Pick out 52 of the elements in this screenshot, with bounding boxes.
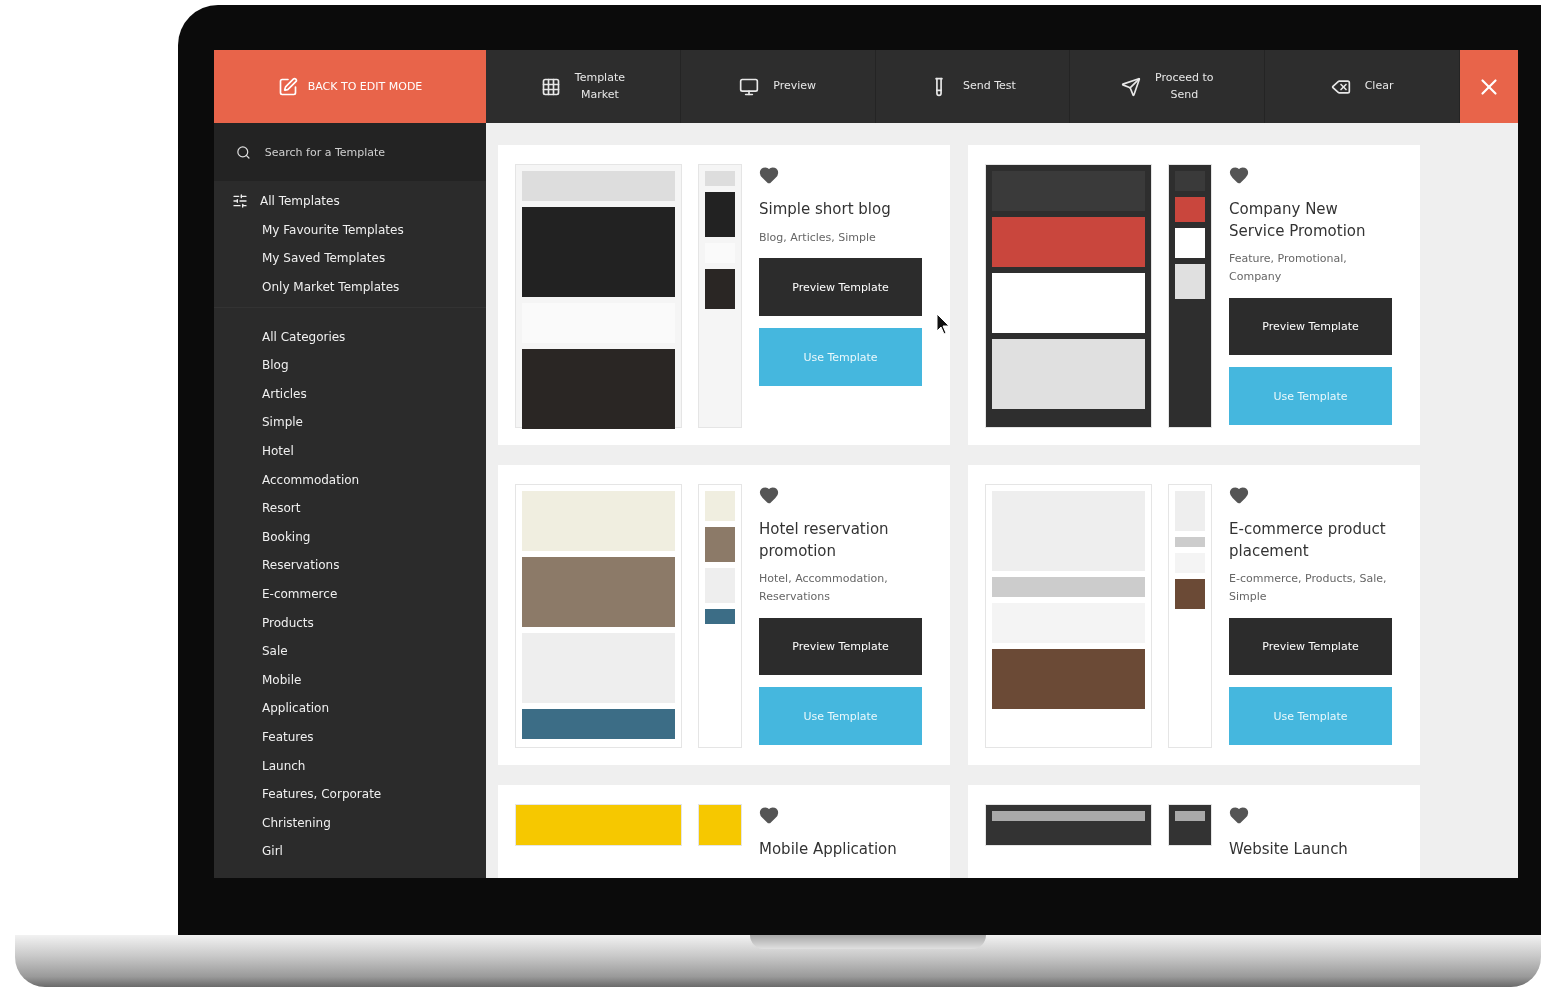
heart-icon[interactable]	[1229, 165, 1249, 185]
template-title: Website Launch	[1229, 839, 1349, 860]
template-title: E-commerce product placement	[1229, 518, 1387, 562]
sliders-icon	[232, 193, 248, 210]
search-icon	[236, 144, 251, 160]
category-item[interactable]: Resort	[214, 493, 486, 523]
monitor-icon	[739, 76, 760, 97]
paper-plane-icon	[1121, 76, 1141, 97]
category-item[interactable]: Accommodation	[214, 465, 486, 494]
category-item[interactable]: Blog	[214, 350, 486, 380]
heart-icon[interactable]	[759, 485, 779, 505]
category-item[interactable]: Simple	[214, 408, 486, 437]
preview-template-button[interactable]: Preview Template	[759, 617, 922, 676]
template-title: Company New Service Promotion	[1229, 198, 1367, 242]
grid-icon	[540, 76, 561, 97]
category-item[interactable]: Booking	[214, 522, 486, 552]
filter-item[interactable]: Only Market Templates	[214, 272, 486, 302]
filter-item[interactable]: My Favourite Templates	[214, 215, 486, 245]
heart-icon[interactable]	[759, 165, 779, 185]
category-item[interactable]: Features, Corporate	[214, 779, 486, 809]
category-item[interactable]: Hotel	[214, 436, 486, 466]
heart-icon[interactable]	[1229, 805, 1249, 825]
category-item[interactable]: E-commerce	[214, 579, 486, 609]
template-tags: Blog, Articles, Simple	[759, 228, 922, 247]
template-tags: E-commerce, Products, Sale, Simple	[1229, 570, 1392, 606]
template-tags: Feature, Promotional, Company	[1229, 250, 1392, 286]
edit-icon	[277, 76, 298, 97]
category-item[interactable]: Reservations	[214, 551, 486, 580]
category-item[interactable]: Sale	[214, 636, 486, 666]
heart-icon[interactable]	[1229, 485, 1249, 505]
category-item[interactable]: Mobile	[214, 665, 486, 695]
email-preview-drawing	[1169, 805, 1211, 845]
category-item[interactable]: All Categories	[214, 322, 486, 351]
category-item[interactable]: Articles	[214, 379, 486, 409]
category-item[interactable]: Launch	[214, 751, 486, 780]
category-item[interactable]: Application	[214, 694, 486, 723]
filter-item[interactable]: My Saved Templates	[214, 244, 486, 273]
preview-template-button[interactable]: Preview Template	[1229, 617, 1392, 676]
email-preview-drawing	[699, 805, 741, 845]
category-item[interactable]: Features	[214, 722, 486, 752]
template-title: Mobile Application	[759, 839, 898, 860]
preview-template-button[interactable]: Preview Template	[1229, 297, 1392, 356]
template-title: Simple short blog	[759, 199, 892, 220]
category-item[interactable]: Girl	[214, 837, 486, 866]
preview-template-button[interactable]: Preview Template	[759, 258, 922, 317]
template-tags: Hotel, Accommodation, Reservations	[759, 570, 922, 606]
category-item[interactable]: Products	[214, 608, 486, 637]
template-title: Hotel reservation promotion	[759, 518, 890, 562]
heart-icon[interactable]	[759, 805, 779, 825]
search-field[interactable]: Search for a Template	[262, 144, 464, 160]
filter-item[interactable]: All Templates	[214, 187, 486, 216]
category-item[interactable]: Christening	[214, 808, 486, 838]
